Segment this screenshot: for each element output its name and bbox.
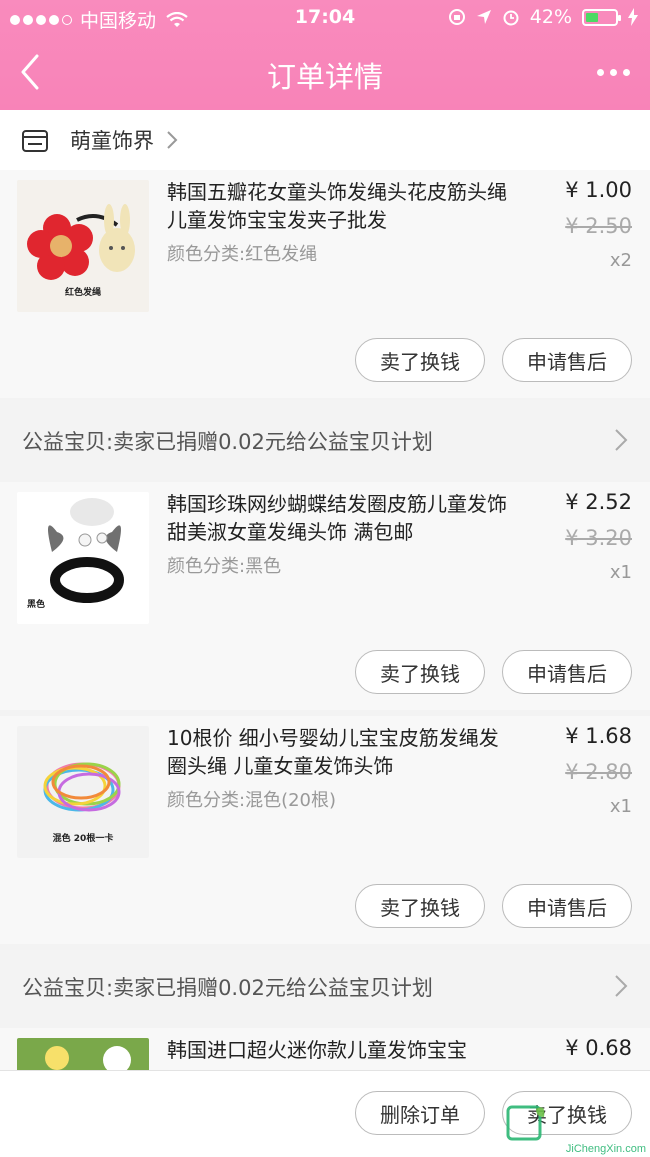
- watermark-icon: [506, 1105, 545, 1141]
- charity-row[interactable]: 公益宝贝:卖家已捐赠0.02元给公益宝贝计划: [0, 400, 650, 482]
- chevron-right-icon: [615, 429, 628, 451]
- alarm-icon: [503, 10, 519, 26]
- item-price: ¥ 2.52: [565, 490, 632, 514]
- item-original-price: ¥ 2.50: [565, 214, 632, 238]
- order-item[interactable]: 红色发绳 韩国五瓣花女童头饰发绳头花皮筋头绳 儿童发饰宝宝发夹子批发 颜色分类:…: [0, 170, 650, 398]
- item-spec: 颜色分类:红色发绳: [167, 244, 318, 265]
- after-sale-button[interactable]: 申请售后: [502, 650, 632, 694]
- product-thumbnail[interactable]: 红色发绳: [17, 180, 149, 312]
- status-bar: 中国移动 17:04 42%: [0, 0, 650, 36]
- thumbnail-caption: 红色发绳: [64, 288, 101, 298]
- item-quantity: x1: [609, 562, 632, 583]
- product-thumbnail[interactable]: 混色 20根一卡: [17, 726, 149, 858]
- item-spec: 颜色分类:混色(20根): [167, 790, 337, 811]
- item-title: 韩国五瓣花女童头饰发绳头花皮筋头绳 儿童发饰宝宝发夹子批发: [167, 180, 507, 232]
- item-title: 10根价 细小号婴幼儿宝宝皮筋发绳发圈头绳 儿童女童发饰头饰: [167, 726, 499, 778]
- chevron-right-icon: [615, 975, 628, 997]
- delete-order-button[interactable]: 删除订单: [355, 1091, 485, 1135]
- thumbnail-caption: 混色 20根一卡: [52, 834, 114, 844]
- location-arrow-icon: [476, 10, 491, 24]
- charging-bolt-icon: [628, 8, 638, 26]
- page-title: 订单详情: [266, 60, 383, 94]
- order-item[interactable]: 混色 20根一卡 10根价 细小号婴幼儿宝宝皮筋发绳发圈头绳 儿童女童发饰头饰 …: [0, 716, 650, 944]
- sell-button[interactable]: 卖了换钱: [355, 338, 485, 382]
- shop-name: 萌童饰界: [70, 129, 154, 153]
- thumbnail-caption: 黑色: [27, 600, 46, 610]
- battery-percent: 42%: [529, 6, 572, 28]
- item-spec: 颜色分类:黑色: [167, 556, 282, 577]
- battery-fill: [586, 12, 598, 22]
- bottom-action-bar: 删除订单 卖了换钱 JiChengXin.com: [0, 1070, 650, 1157]
- item-quantity: x2: [609, 250, 632, 271]
- flower-clip-image: [17, 1038, 149, 1070]
- item-price: ¥ 1.00: [565, 178, 632, 202]
- item-original-price: ¥ 2.80: [565, 760, 632, 784]
- order-item[interactable]: 黑色 韩国珍珠网纱蝴蝶结发圈皮筋儿童发饰甜美淑女童发绳头饰 满包邮 颜色分类:黑…: [0, 482, 650, 710]
- battery-icon: [582, 8, 621, 26]
- product-thumbnail[interactable]: [17, 1038, 149, 1070]
- item-title: 韩国进口超火迷你款儿童发饰宝宝: [167, 1038, 467, 1062]
- after-sale-button[interactable]: 申请售后: [502, 338, 632, 382]
- item-original-price: ¥ 3.20: [565, 526, 632, 550]
- more-button[interactable]: [590, 62, 630, 82]
- item-quantity: x1: [609, 796, 632, 817]
- more-dot-icon: [597, 68, 604, 76]
- item-title: 韩国珍珠网纱蝴蝶结发圈皮筋儿童发饰甜美淑女童发绳头饰 满包邮: [167, 492, 507, 544]
- order-item[interactable]: 韩国进口超火迷你款儿童发饰宝宝 ¥ 0.68: [0, 1028, 650, 1070]
- after-sale-button[interactable]: 申请售后: [502, 884, 632, 928]
- chevron-right-icon: [167, 131, 178, 149]
- shop-row[interactable]: 萌童饰界: [0, 110, 650, 170]
- charity-row[interactable]: 公益宝贝:卖家已捐赠0.02元给公益宝贝计划: [0, 946, 650, 1028]
- watermark-text: JiChengXin.com: [565, 1143, 646, 1155]
- item-price: ¥ 1.68: [565, 724, 632, 748]
- sell-button[interactable]: 卖了换钱: [355, 884, 485, 928]
- status-right: 42%: [448, 6, 638, 28]
- watermark-logo: JiChengXin.com: [506, 1105, 646, 1155]
- more-dot-icon: [610, 68, 617, 76]
- charity-text: 公益宝贝:卖家已捐赠0.02元给公益宝贝计划: [22, 976, 433, 1000]
- product-thumbnail[interactable]: 黑色: [17, 492, 149, 624]
- rotation-lock-icon: [448, 9, 465, 25]
- header: 中国移动 17:04 42% 订单详情: [0, 0, 650, 110]
- item-price: ¥ 0.68: [565, 1036, 632, 1060]
- more-dot-icon: [623, 68, 630, 76]
- sell-button[interactable]: 卖了换钱: [355, 650, 485, 694]
- charity-text: 公益宝贝:卖家已捐赠0.02元给公益宝贝计划: [22, 430, 433, 454]
- nav-bar: 订单详情: [0, 36, 650, 110]
- store-icon: [22, 130, 48, 152]
